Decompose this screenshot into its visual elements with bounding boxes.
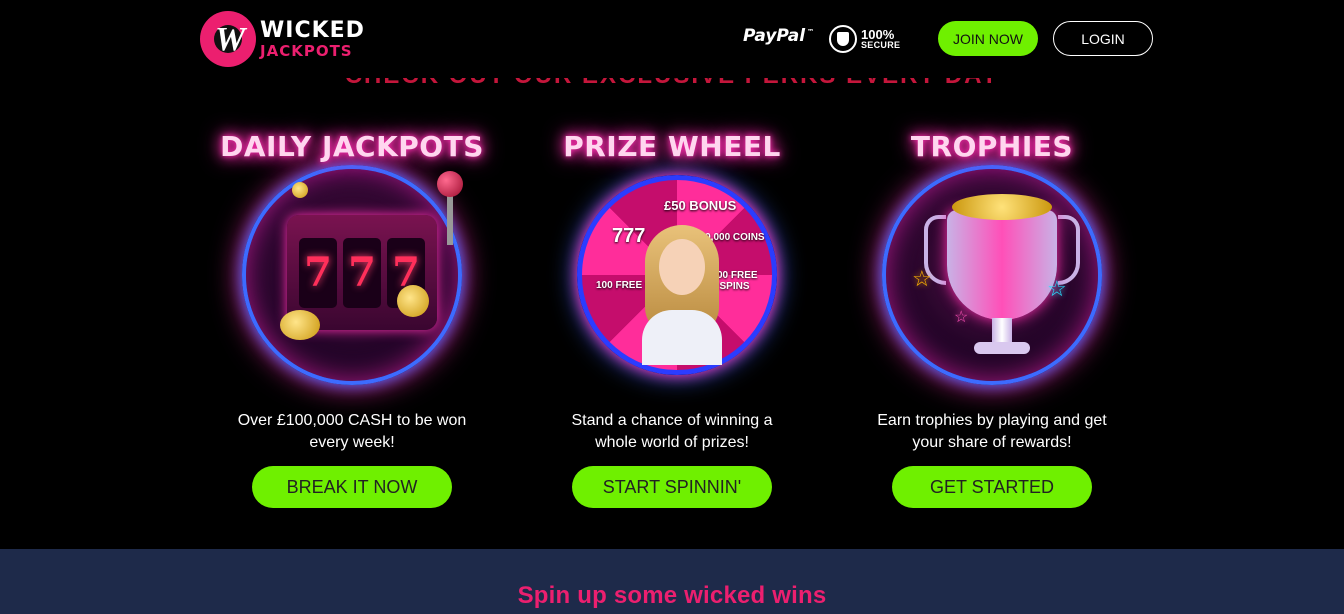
brand-logo[interactable]: W WICKED JACKPOTS xyxy=(200,11,370,67)
paypal-trademark: ™ xyxy=(807,28,815,37)
coin-icon xyxy=(397,285,429,317)
art-title: DAILY JACKPOTS xyxy=(220,130,484,163)
trophy-base xyxy=(974,342,1030,354)
star-icon: ☆ xyxy=(912,266,932,291)
coin-icon xyxy=(280,310,320,340)
promo-card-daily-jackpots: DAILY JACKPOTS 7 7 7 Over £100,000 CASH … xyxy=(212,120,492,508)
card-description: Over £100,000 CASH to be won every week! xyxy=(237,412,467,451)
promo-card-trophies: TROPHIES ☆ ☆ ☆ Earn trophies by playing … xyxy=(852,120,1132,508)
art-title: PRIZE WHEEL xyxy=(563,130,781,163)
slot-reel: 7 xyxy=(299,237,337,308)
prize-wheel-illustration: £50 BONUS 100,000 COINS 100 FREE SPINS 7… xyxy=(532,120,812,395)
wheel-segment-label: £50 BONUS xyxy=(664,198,737,213)
logo-line-2: JACKPOTS xyxy=(260,41,353,60)
slot-knob xyxy=(437,171,463,197)
bottom-section: Spin up some wicked wins xyxy=(0,549,1344,614)
card-description: Earn trophies by playing and get your sh… xyxy=(877,412,1107,451)
secure-text: 100% SECURE xyxy=(861,28,900,50)
secure-badge: 100% SECURE xyxy=(829,25,900,53)
section-title: Spin up some wicked wins xyxy=(517,582,827,609)
coin-icon xyxy=(292,182,308,198)
star-icon: ☆ xyxy=(1047,276,1067,301)
login-button[interactable]: LOGIN xyxy=(1053,21,1153,56)
join-now-button[interactable]: JOIN NOW xyxy=(938,21,1038,56)
gold-coins-icon xyxy=(952,194,1052,220)
star-icon: ☆ xyxy=(954,309,969,326)
paypal-label: PayPal xyxy=(743,26,806,46)
paypal-logo: PayPal ™ xyxy=(743,26,814,46)
get-started-button[interactable]: GET STARTED xyxy=(892,466,1092,508)
logo-badge-icon: W xyxy=(200,11,256,67)
secure-label: SECURE xyxy=(861,40,901,50)
shield-icon xyxy=(829,25,857,53)
woman-with-phone-image xyxy=(637,225,727,365)
start-spinnin-button[interactable]: START SPINNIN' xyxy=(572,466,772,508)
slot-reel: 7 xyxy=(343,237,381,308)
site-header: W WICKED JACKPOTS PayPal ™ 100% SECURE JO… xyxy=(0,0,1344,78)
logo-line-1: WICKED xyxy=(260,17,365,43)
break-it-now-button[interactable]: BREAK IT NOW xyxy=(252,466,452,508)
card-description: Stand a chance of winning a whole world … xyxy=(571,412,773,451)
logo-wordmark: WICKED JACKPOTS xyxy=(260,17,365,60)
daily-jackpots-illustration: DAILY JACKPOTS 7 7 7 xyxy=(212,120,492,395)
trophy-handle xyxy=(1058,215,1080,285)
logo-letter: W xyxy=(215,21,246,58)
trophies-illustration: TROPHIES ☆ ☆ ☆ xyxy=(852,120,1132,395)
art-title: TROPHIES xyxy=(910,130,1074,163)
promo-card-prize-wheel: £50 BONUS 100,000 COINS 100 FREE SPINS 7… xyxy=(532,120,812,508)
trophy-icon xyxy=(947,210,1057,320)
